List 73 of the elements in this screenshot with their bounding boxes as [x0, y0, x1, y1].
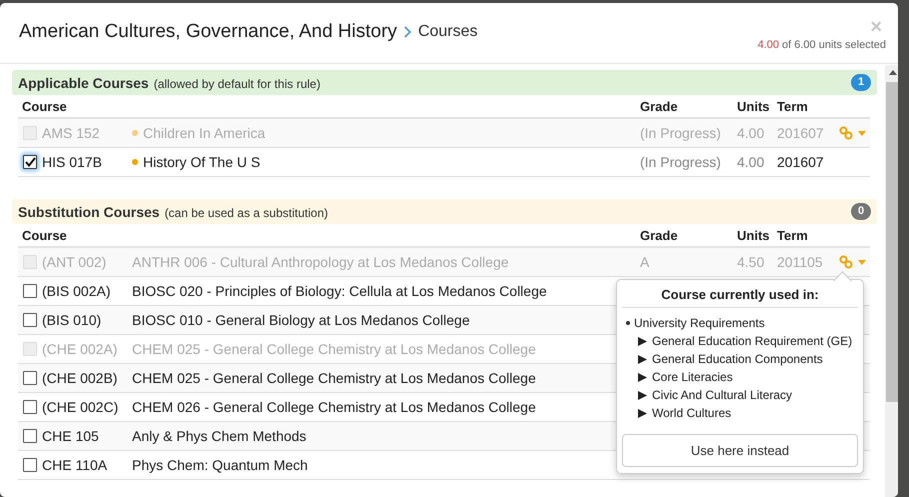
column-header: Grade	[640, 98, 679, 114]
grade-cell-text: (In Progress)	[640, 154, 722, 170]
chain-link-icon	[839, 255, 853, 269]
course-title: BIOSC 020 - Principles of Biology: Cellula at Los Medanos College	[132, 283, 547, 299]
units-selected: 4.00	[758, 39, 780, 51]
course-code: (CHE 002B)	[42, 370, 118, 386]
term-cell-text: 201105	[777, 254, 824, 270]
course-code: CHE 110A	[42, 457, 108, 473]
column-header: Units	[737, 98, 770, 114]
checkbox[interactable]	[23, 284, 37, 298]
section-title: Substitution Courses	[18, 204, 160, 220]
requirement-item: General Education Components	[652, 352, 823, 366]
units-cell-text: 4.00	[737, 154, 766, 170]
column-header: Grade	[640, 228, 679, 242]
grade-cell-text: (In Progress)	[640, 125, 722, 141]
course-code: AMS 152	[42, 125, 101, 141]
units-cell-text: 4.50	[737, 254, 766, 270]
term-cell-text: 201607	[777, 154, 825, 170]
popover-heading: Course currently used in:	[622, 286, 858, 308]
course-title: BIOSC 010 - General Biology at Los Medanos College	[132, 312, 470, 328]
status-dot	[132, 159, 138, 165]
course-title: CHEM 026 - General College Chemistry at Los Medanos College	[132, 399, 536, 415]
column-header: Units	[737, 228, 770, 242]
course-code: (CHE 002A)	[42, 341, 118, 357]
column-header: Term	[777, 98, 809, 114]
requirement-item: World Cultures	[652, 406, 732, 420]
course-title: Anly & Phys Chem Methods	[132, 428, 306, 444]
requirement-item: Core Literacies	[652, 370, 733, 384]
section-note: (allowed by default for this rule)	[154, 76, 320, 90]
bullet-icon	[626, 321, 630, 325]
course-title: CHEM 025 - General College Chemistry at Los Medanos College	[132, 341, 536, 357]
status-dot	[132, 130, 138, 136]
course-code: HIS 017B	[42, 154, 103, 170]
dialog-title: American Cultures, Governance, And History	[19, 21, 398, 43]
checkbox[interactable]	[23, 400, 37, 414]
section-note: (can be used as a substitution)	[164, 206, 328, 220]
course-code: (ANT 002)	[42, 254, 108, 270]
course-code: (BIS 002A)	[42, 283, 112, 299]
count-badge: 0	[851, 203, 871, 220]
column-header: Course	[21, 98, 68, 114]
checkbox[interactable]	[23, 155, 37, 169]
scrollbar[interactable]	[885, 65, 898, 497]
course-code: (CHE 002C)	[42, 399, 120, 415]
course-code: CHE 105	[42, 428, 100, 444]
course-title: CHEM 025 - General College Chemistry at Los Medanos College	[132, 370, 536, 386]
requirement-item: University Requirements	[634, 315, 765, 332]
units-cell-text: 4.00	[737, 125, 766, 141]
scrollbar-thumb[interactable]	[886, 82, 898, 402]
course-title: Children In America	[143, 125, 266, 141]
caret-icon	[858, 260, 866, 264]
term-cell-text: 201607	[777, 125, 825, 141]
requirement-item: General Education Requirement (GE)	[652, 334, 852, 348]
course-code: (BIS 010)	[42, 312, 102, 328]
course-title: ANTHR 006 - Cultural Anthropology at Los Medanos College	[132, 254, 509, 270]
section-title: Applicable Courses	[18, 74, 149, 90]
checkbox[interactable]	[23, 313, 37, 327]
scroll-up-icon	[888, 70, 896, 75]
checkbox[interactable]	[23, 429, 37, 443]
units-note: of 6.00 units selected	[782, 39, 886, 51]
count-badge: 1	[851, 74, 871, 91]
requirement-item: Civic And Cultural Literacy	[652, 388, 792, 402]
checkbox[interactable]	[23, 458, 37, 472]
chevron-right-icon	[403, 26, 414, 38]
column-header: Course	[21, 228, 68, 242]
grade-cell-text: A	[640, 254, 650, 270]
checkbox[interactable]	[23, 371, 37, 385]
chain-link-icon	[839, 126, 853, 140]
caret-icon	[858, 130, 866, 136]
dialog-subtitle: Courses	[418, 23, 478, 41]
column-header: Term	[777, 228, 809, 242]
course-title: Phys Chem: Quantum Mech	[132, 457, 308, 473]
checkmark-icon	[24, 157, 36, 167]
course-title: History Of The U S	[143, 154, 260, 170]
